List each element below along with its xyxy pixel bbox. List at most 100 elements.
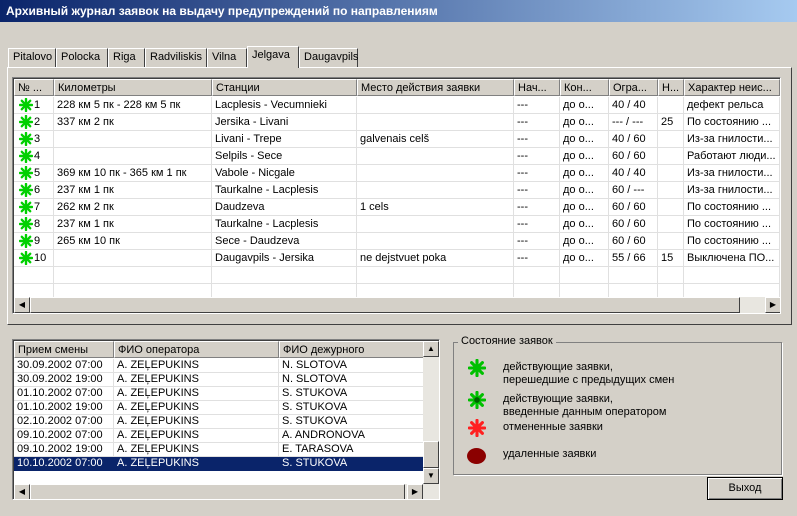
table-cell: 55 / 66 [609, 250, 658, 267]
requests-table: № ... Километры Станции Место действия заяв… [12, 77, 781, 314]
empty-cell [54, 267, 212, 284]
table-cell: Vabole - Nicgale [212, 165, 357, 182]
column-header[interactable]: Прием смены [14, 341, 114, 358]
tab-jelgava[interactable]: Jelgava [247, 46, 299, 68]
shifts-table: Прием смены ФИО оператора ФИО дежурного 30.… [12, 339, 440, 500]
table-row[interactable]: 5 369 км 10 пк - 365 км 1 пк Vabole - Nicg… [13, 165, 780, 182]
horizontal-scrollbar[interactable]: ◀ ▶ [14, 484, 439, 499]
table-cell: 25 [658, 114, 684, 131]
table-cell [658, 216, 684, 233]
table-row[interactable]: 7 262 км 2 пк Daudzeva 1 cels --- до о... 60 /… [13, 199, 780, 216]
legend-label: удаленные заявки [503, 448, 597, 460]
table-row[interactable]: 9 265 км 10 пк Sece - Daudzeva --- до о... 60… [13, 233, 780, 250]
scroll-left-icon[interactable]: ◀ [14, 297, 30, 313]
table-cell: N. SLOTOVA [279, 359, 424, 373]
row-number: 3 [14, 131, 54, 148]
shift-row[interactable]: 30.09.2002 19:00 A. ZEĻEPUKINS N. SLOTOVA [13, 373, 424, 387]
table-cell: --- [514, 233, 560, 250]
table-cell: Taurkalne - Lacplesis [212, 216, 357, 233]
table-cell: --- [514, 199, 560, 216]
table-cell: --- [514, 148, 560, 165]
scroll-up-icon[interactable]: ▲ [423, 341, 439, 357]
row-number-text: 7 [34, 201, 41, 213]
scroll-right-icon[interactable]: ▶ [407, 484, 423, 499]
scroll-left-icon[interactable]: ◀ [14, 484, 30, 499]
selected-shift-row[interactable]: 10.10.2002 07:00 A. ZEĻEPUKINS S. STUKOVA [13, 457, 424, 471]
column-header[interactable]: Место действия заявки [357, 79, 514, 96]
column-header[interactable]: Станции [212, 79, 357, 96]
table-cell: дефект рельса [684, 97, 780, 114]
scrollbar-thumb[interactable] [423, 441, 439, 468]
table-cell: Выключена ПО... [684, 250, 780, 267]
table-cell: A. ZEĻEPUKINS [114, 415, 279, 429]
table-cell: 15 [658, 250, 684, 267]
table-cell: --- [514, 250, 560, 267]
table-cell: Livani - Trepe [212, 131, 357, 148]
row-number-text: 1 [34, 99, 41, 111]
table-cell: до о... [560, 250, 609, 267]
table-row[interactable]: 10 Daugavpils - Jersika ne dejstvuet poka -… [13, 250, 780, 267]
table-cell [658, 97, 684, 114]
table-cell: 337 км 2 пк [54, 114, 212, 131]
table-row[interactable]: 8 237 км 1 пк Taurkalne - Lacplesis --- до о… [13, 216, 780, 233]
table-row[interactable]: 2 337 км 2 пк Jersika - Livani --- до о... --… [13, 114, 780, 131]
table-cell: Из-за гнилости... [684, 182, 780, 199]
table-cell [54, 131, 212, 148]
table-cell: По состоянию ... [684, 199, 780, 216]
column-header[interactable]: Характер неис... [684, 79, 780, 96]
horizontal-scrollbar[interactable]: ◀ ▶ [14, 297, 780, 313]
tab-radviliskis[interactable]: Radviliskis [145, 48, 207, 67]
row-number-text: 8 [34, 218, 41, 230]
scroll-down-icon[interactable]: ▼ [423, 468, 439, 484]
table-cell: A. ZEĻEPUKINS [114, 359, 279, 373]
empty-cell [357, 267, 514, 284]
green-asterisk-icon [19, 200, 33, 214]
vertical-scrollbar[interactable]: ▲ ▼ [423, 341, 439, 484]
scrollbar-thumb[interactable] [30, 297, 740, 313]
shift-row[interactable]: 30.09.2002 07:00 A. ZEĻEPUKINS N. SLOTOVA [13, 359, 424, 373]
table-cell: 237 км 1 пк [54, 216, 212, 233]
shift-row[interactable]: 02.10.2002 07:00 A. ZEĻEPUKINS S. STUKOVA [13, 415, 424, 429]
table-row[interactable]: 6 237 км 1 пк Taurkalne - Lacplesis --- до о… [13, 182, 780, 199]
table-cell: 40 / 40 [609, 97, 658, 114]
table-cell: --- [514, 97, 560, 114]
legend-label: действующие заявки, введенные данным опе… [503, 393, 667, 418]
table-cell: 10.10.2002 07:00 [14, 457, 114, 471]
column-header[interactable]: Кон... [560, 79, 609, 96]
shift-row[interactable]: 01.10.2002 19:00 A. ZEĻEPUKINS S. STUKOVA [13, 401, 424, 415]
column-header[interactable]: Огра... [609, 79, 658, 96]
column-header[interactable]: ФИО дежурного [279, 341, 424, 358]
scroll-right-icon[interactable]: ▶ [765, 297, 780, 313]
tab-riga[interactable]: Riga [108, 48, 145, 67]
table-row[interactable]: 3 Livani - Trepe galvenais celš --- до о... 4… [13, 131, 780, 148]
tab-pitalovo[interactable]: Pitalovo [8, 48, 56, 67]
table-cell: 369 км 10 пк - 365 км 1 пк [54, 165, 212, 182]
table-row[interactable]: 1 228 км 5 пк - 228 км 5 пк Lacplesis - Ve… [13, 97, 780, 114]
exit-button[interactable]: Выход [707, 477, 783, 500]
tab-vilna[interactable]: Vilna [207, 48, 247, 67]
table-cell: 30.09.2002 19:00 [14, 373, 114, 387]
table-cell: S. STUKOVA [279, 387, 424, 401]
table-cell: Из-за гнилости... [684, 131, 780, 148]
shift-row[interactable]: 09.10.2002 19:00 A. ZEĻEPUKINS E. TARASOVA [13, 443, 424, 457]
tab-polocka[interactable]: Polocka [56, 48, 108, 67]
column-header[interactable]: Километры [54, 79, 212, 96]
table-row[interactable]: 4 Selpils - Sece --- до о... 60 / 60 Работают… [13, 148, 780, 165]
column-header[interactable]: Н... [658, 79, 684, 96]
column-header[interactable]: № ... [14, 79, 54, 96]
red-asterisk-icon [468, 419, 486, 437]
scrollbar-thumb[interactable] [30, 484, 405, 499]
table-cell: --- [514, 216, 560, 233]
table-cell: --- [514, 131, 560, 148]
table-cell [357, 233, 514, 250]
row-number: 10 [14, 250, 54, 267]
table-cell: A. ZEĻEPUKINS [114, 373, 279, 387]
tab-daugavpils[interactable]: Daugavpils [299, 48, 358, 67]
column-header[interactable]: Нач... [514, 79, 560, 96]
table-cell: --- [514, 114, 560, 131]
table-cell: Lacplesis - Vecumnieki [212, 97, 357, 114]
table-cell: 60 / --- [609, 182, 658, 199]
shift-row[interactable]: 09.10.2002 07:00 A. ZEĻEPUKINS A. ANDRONOV… [13, 429, 424, 443]
column-header[interactable]: ФИО оператора [114, 341, 279, 358]
shift-row[interactable]: 01.10.2002 07:00 A. ZEĻEPUKINS S. STUKOVA [13, 387, 424, 401]
